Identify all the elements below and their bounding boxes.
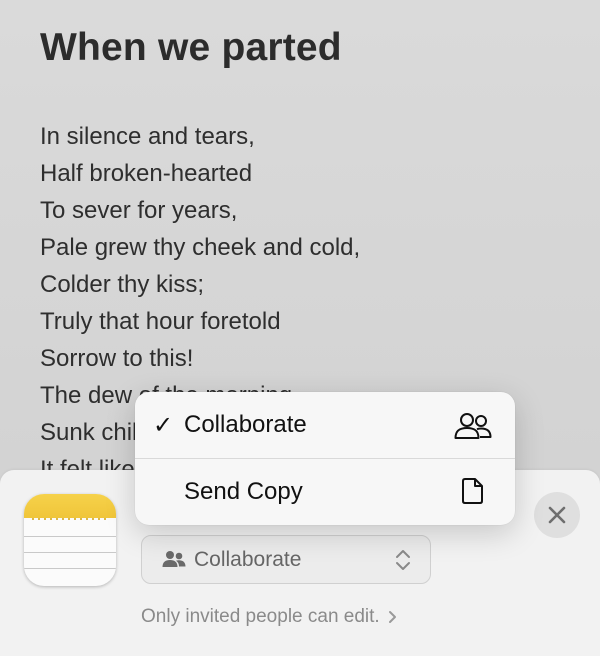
collaboration-mode-value: Collaborate xyxy=(194,548,302,571)
note-line: Half broken-hearted xyxy=(40,160,253,187)
menu-item-label: Collaborate xyxy=(184,411,307,438)
note-line: In silence and tears, xyxy=(40,123,255,150)
note-line: Sorrow to this! xyxy=(40,345,194,372)
note-title: When we parted xyxy=(40,26,342,69)
share-mode-menu: ✓ Collaborate Send Copy xyxy=(135,392,515,525)
menu-item-collaborate[interactable]: ✓ Collaborate xyxy=(135,392,515,458)
note-line: Pale grew thy cheek and cold, xyxy=(40,234,361,261)
collaboration-mode-select[interactable]: Collaborate xyxy=(141,535,431,584)
checkmark-icon: ✓ xyxy=(153,412,174,439)
menu-item-send-copy[interactable]: Send Copy xyxy=(135,459,515,525)
close-icon xyxy=(548,506,566,524)
chevron-up-down-icon xyxy=(396,550,410,570)
note-line: Colder thy kiss; xyxy=(40,271,205,298)
menu-item-label: Send Copy xyxy=(184,478,303,505)
chevron-right-icon xyxy=(388,610,396,623)
document-icon xyxy=(462,478,483,504)
permission-hint[interactable]: Only invited people can edit. xyxy=(141,606,397,628)
note-line: Truly that hour foretold xyxy=(40,308,281,335)
people-icon xyxy=(454,413,492,439)
notes-app-icon xyxy=(24,494,116,586)
people-icon xyxy=(162,551,186,567)
note-line: To sever for years, xyxy=(40,197,238,224)
close-button[interactable] xyxy=(534,492,580,538)
permission-hint-text: Only invited people can edit. xyxy=(141,606,380,627)
